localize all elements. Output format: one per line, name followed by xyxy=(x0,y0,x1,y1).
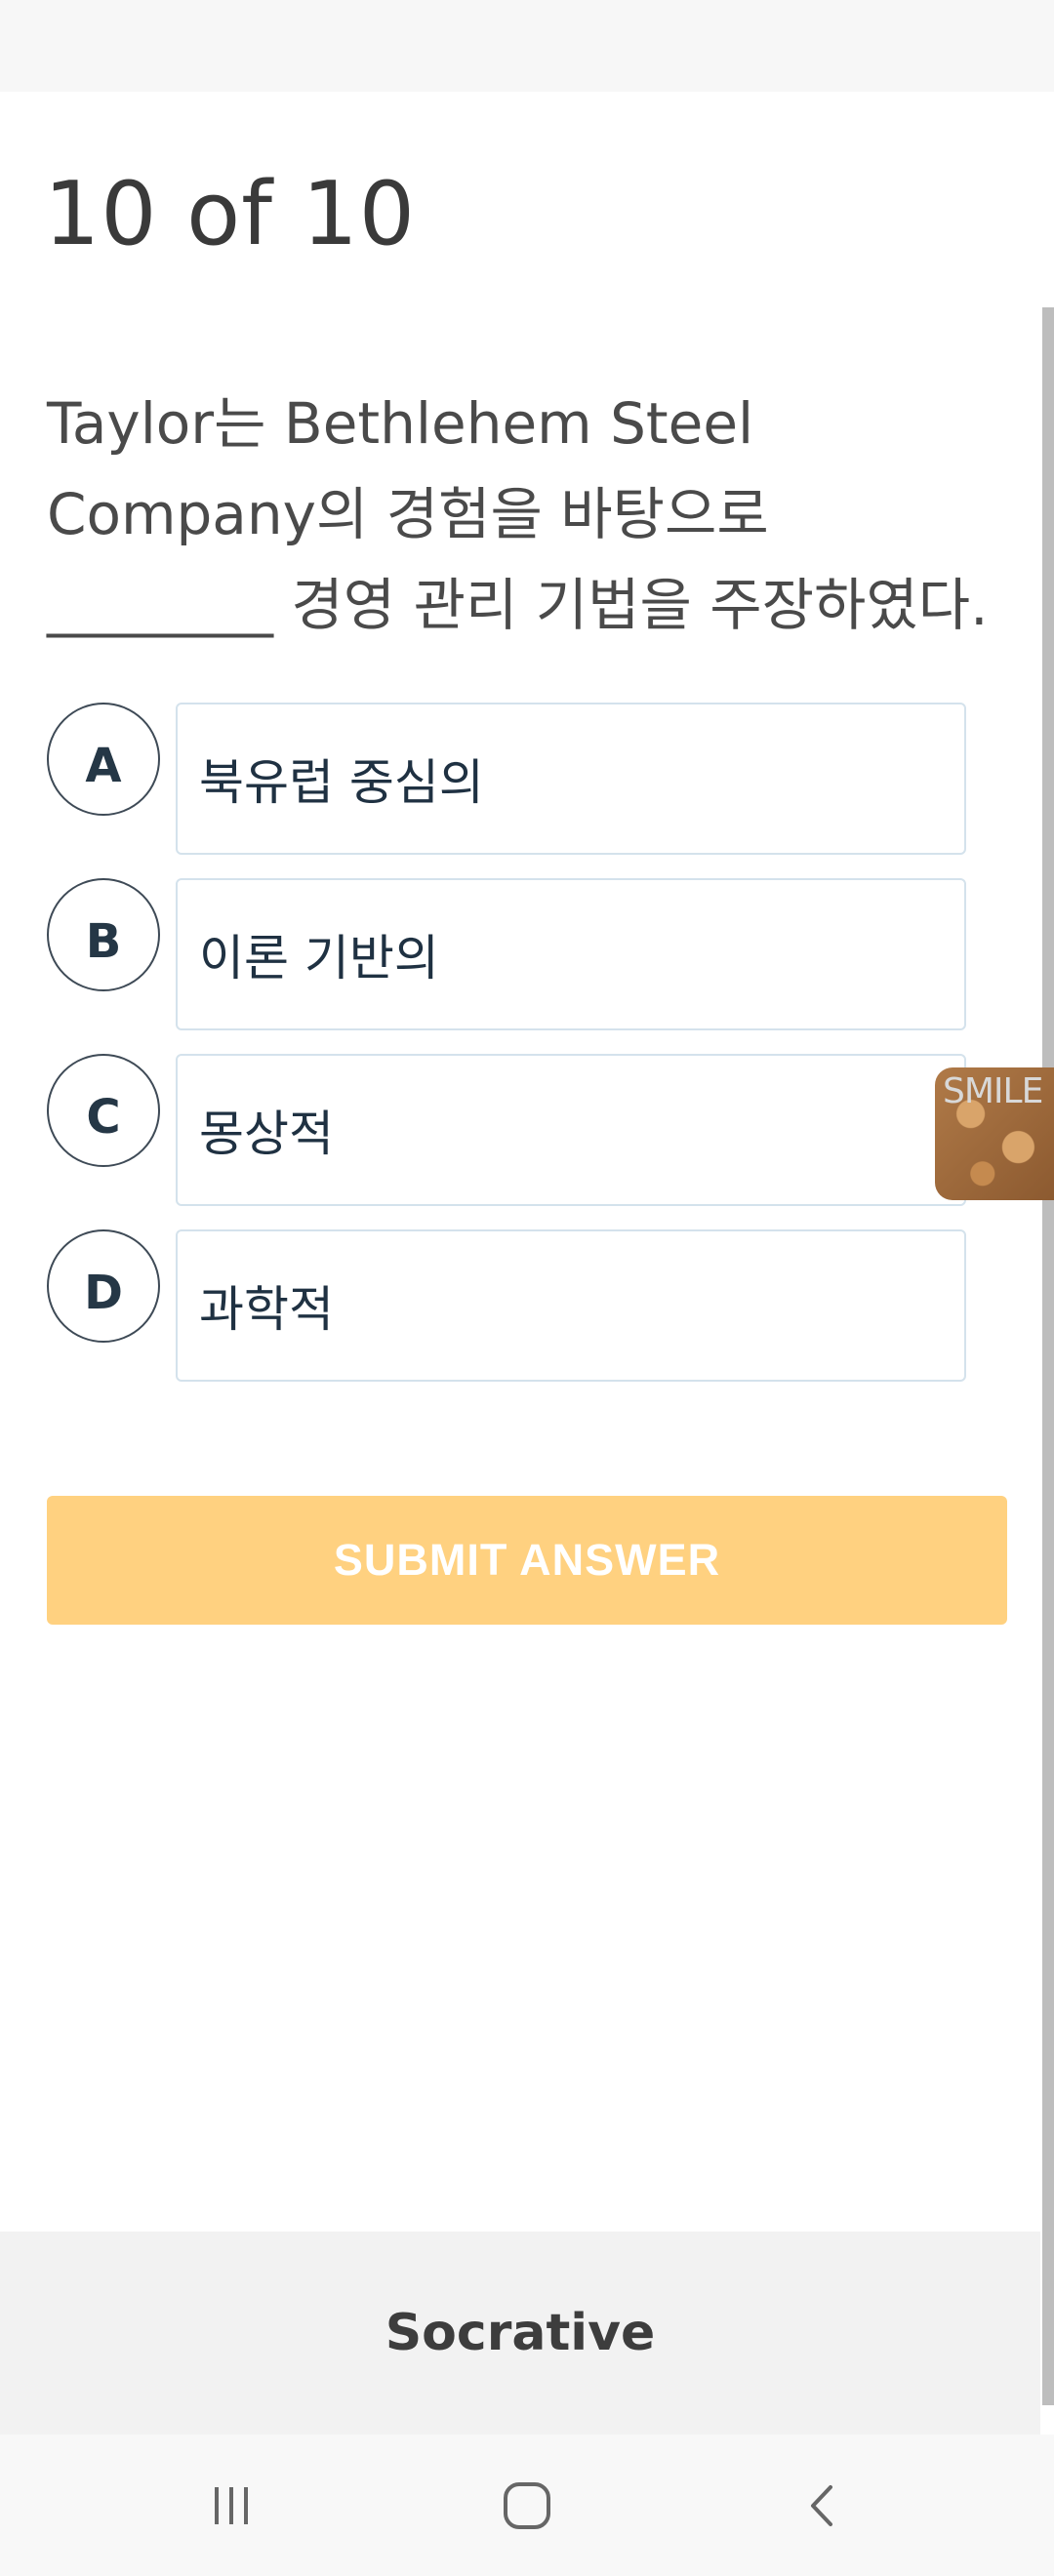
scrollbar[interactable] xyxy=(1042,307,1054,2405)
recent-apps-icon[interactable] xyxy=(187,2464,275,2547)
sticker-label: SMILE xyxy=(943,1071,1043,1111)
footer: Socrative xyxy=(0,2232,1040,2435)
footer-brand: Socrative xyxy=(385,2304,656,2362)
system-navigation-bar xyxy=(0,2435,1054,2576)
choice-a-letter[interactable]: A xyxy=(47,703,160,816)
choice-b[interactable]: B 이론 기반의 xyxy=(47,878,966,1032)
choice-d[interactable]: D 과학적 xyxy=(47,1229,966,1384)
choice-d-text[interactable]: 과학적 xyxy=(176,1229,966,1382)
question-progress: 10 of 10 xyxy=(44,163,417,265)
status-bar xyxy=(0,0,1054,92)
submit-answer-button[interactable]: SUBMIT ANSWER xyxy=(47,1496,1007,1625)
question-text: Taylor는 Bethlehem Steel Company의 경험을 바탕으… xyxy=(47,390,989,638)
smile-sticker-widget[interactable]: SMILE xyxy=(935,1067,1054,1200)
choice-c-text[interactable]: 몽상적 xyxy=(176,1054,966,1206)
choice-b-text[interactable]: 이론 기반의 xyxy=(176,878,966,1030)
choice-c-letter[interactable]: C xyxy=(47,1054,160,1167)
choice-a-text[interactable]: 북유럽 중심의 xyxy=(176,703,966,855)
choice-d-letter[interactable]: D xyxy=(47,1229,160,1343)
choice-c[interactable]: C 몽상적 xyxy=(47,1054,966,1208)
choice-b-letter[interactable]: B xyxy=(47,878,160,991)
choice-a[interactable]: A 북유럽 중심의 xyxy=(47,703,966,857)
back-icon[interactable] xyxy=(778,2464,866,2547)
home-icon[interactable] xyxy=(483,2464,571,2547)
